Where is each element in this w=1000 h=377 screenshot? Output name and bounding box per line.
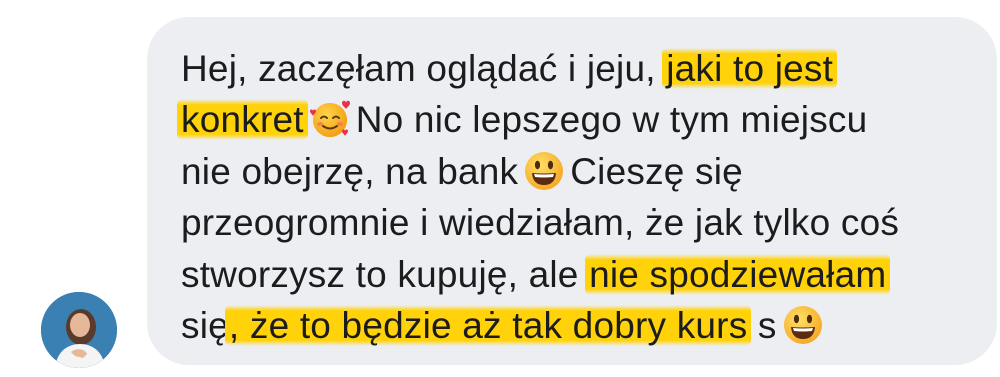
message-text: Hej, zaczęłam oglądać i jeju, <box>181 48 667 89</box>
message-text: No nic lepszego w tym miejscu <box>355 99 868 141</box>
message-text: Cieszę się <box>570 150 743 192</box>
message-text: stworzysz to kupuję, ale <box>181 253 590 295</box>
highlighted-text: , że to będzie aż tak dobry kurs <box>224 304 752 346</box>
smiling-face-with-hearts-emoji-icon <box>308 97 352 141</box>
highlighted-text: konkret <box>177 99 308 141</box>
message-line: stworzysz to kupuję, ale nie spodziewała… <box>181 249 977 300</box>
highlighted-text: jaki to jest <box>662 48 838 89</box>
message-bubble[interactable]: Hej, zaczęłam oglądać i jeju, jaki to je… <box>147 17 997 365</box>
message-line: nie obejrzę, na bank Cieszę się <box>181 146 977 197</box>
message-line: przeogromnie i wiedziałam, że jak tylko … <box>181 197 977 248</box>
message-text: przeogromnie i wiedziałam, że jak tylko … <box>181 202 900 244</box>
message-text: się <box>181 304 229 346</box>
user-photo-avatar-icon <box>41 292 117 368</box>
highlighted-text: nie spodziewałam <box>585 253 891 295</box>
message-line: Hej, zaczęłam oglądać i jeju, jaki to je… <box>181 43 977 94</box>
grinning-face-emoji-icon <box>522 149 566 193</box>
message-text: s <box>747 304 777 346</box>
message-line: konkret No nic lepszego w tym miejscu <box>177 94 977 145</box>
message-text: nie obejrzę, na bank <box>181 150 519 192</box>
grinning-face-emoji-icon <box>781 303 825 347</box>
message-line: się, że to będzie aż tak dobry kurs s <box>181 300 977 351</box>
sender-avatar[interactable] <box>41 292 117 368</box>
